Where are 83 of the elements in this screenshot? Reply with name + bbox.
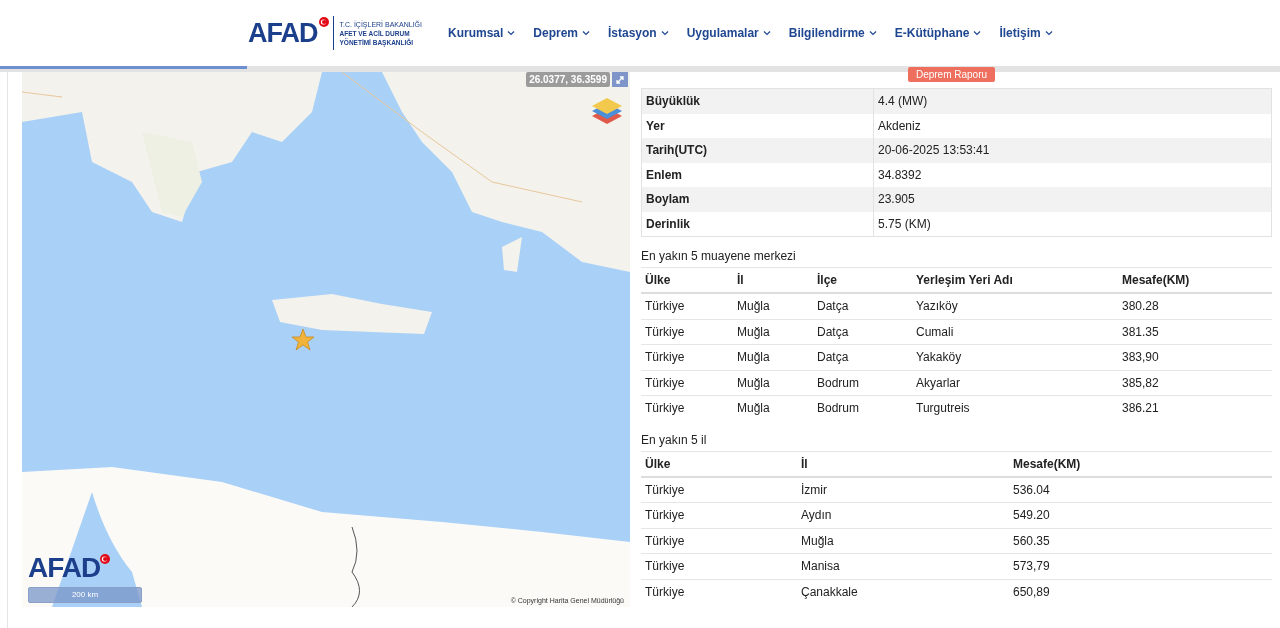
table-cell: Türkiye: [641, 553, 797, 579]
detail-value: 5.75 (KM): [873, 211, 1272, 237]
table-cell: Datça: [813, 319, 912, 345]
layers-icon[interactable]: [590, 96, 624, 126]
nav-menu-item[interactable]: Uygulamalar: [686, 26, 771, 40]
nav-menu-item[interactable]: İletişim: [999, 26, 1053, 40]
column-header: Ülke: [641, 451, 797, 477]
table-cell: Türkiye: [641, 395, 733, 421]
detail-value: 20-06-2025 13:53:41: [873, 138, 1272, 163]
table-cell: 549.20: [1009, 502, 1272, 528]
table-cell: 386.21: [1118, 395, 1272, 421]
detail-label: Büyüklük: [641, 88, 874, 114]
crescent-star-icon: [318, 17, 329, 27]
table-cell: 560.35: [1009, 528, 1272, 554]
table-cell: Turgutreis: [912, 395, 1118, 421]
nav-menu-item[interactable]: Bilgilendirme: [788, 26, 877, 40]
table-cell: Muğla: [733, 344, 813, 370]
table-cell: Muğla: [733, 370, 813, 396]
column-header: İlçe: [813, 267, 912, 293]
table-cell: Bodrum: [813, 370, 912, 396]
table-cell: 385,82: [1118, 370, 1272, 396]
nav-menu-item[interactable]: E-Kütüphane: [894, 26, 982, 40]
map-drawing[interactable]: [22, 72, 630, 607]
table-cell: 650,89: [1009, 579, 1272, 604]
table-cell: Muğla: [797, 528, 1009, 554]
table-cell: 380.28: [1118, 293, 1272, 319]
epicenter-star-icon[interactable]: [291, 328, 315, 352]
table-cell: Yazıköy: [912, 293, 1118, 319]
chevron-down-icon: [762, 30, 771, 36]
detail-label: Tarih(UTC): [641, 138, 874, 163]
table-cell: 381.35: [1118, 319, 1272, 345]
detail-label: Derinlik: [641, 211, 874, 237]
table-cell: Datça: [813, 344, 912, 370]
table-cell: 573,79: [1009, 553, 1272, 579]
table-cell: 383,90: [1118, 344, 1272, 370]
table-cell: Manisa: [797, 553, 1009, 579]
section-title: En yakın 5 il: [641, 432, 708, 447]
chevron-down-icon: [507, 30, 516, 36]
table-cell: İzmir: [797, 476, 1009, 503]
chevron-down-icon: [868, 30, 877, 36]
column-header: Ülke: [641, 267, 733, 293]
table-cell: Datça: [813, 293, 912, 319]
table-cell: Türkiye: [641, 476, 797, 503]
expand-icon: [615, 74, 625, 85]
table-cell: 536.04: [1009, 476, 1272, 503]
table-cell: Türkiye: [641, 528, 797, 554]
table-cell: Cumali: [912, 319, 1118, 345]
table-cell: Aydın: [797, 502, 1009, 528]
detail-value: 4.4 (MW): [873, 88, 1272, 114]
chevron-down-icon: [973, 30, 982, 36]
chevron-down-icon: [1044, 30, 1053, 36]
table-cell: Çanakkale: [797, 579, 1009, 604]
table-cell: Muğla: [733, 395, 813, 421]
table-cell: Akyarlar: [912, 370, 1118, 396]
chevron-down-icon: [582, 30, 590, 36]
table-cell: Türkiye: [641, 293, 733, 319]
coordinates-label: 26.0377, 36.3599: [526, 72, 610, 87]
detail-label: Boylam: [641, 187, 874, 212]
table-cell: Türkiye: [641, 370, 733, 396]
table-cell: Türkiye: [641, 579, 797, 604]
table-cell: Yakaköy: [912, 344, 1118, 370]
detail-value: 23.905: [873, 187, 1272, 212]
nav-menu-item[interactable]: İstasyon: [608, 26, 669, 40]
table-cell: Muğla: [733, 293, 813, 319]
nav-menu-item[interactable]: Kurumsal: [447, 26, 516, 40]
chevron-down-icon: [660, 30, 669, 36]
crescent-star-icon: [100, 554, 111, 564]
column-header: Yerleşim Yeri Adı: [912, 267, 1118, 293]
column-header: Mesafe(KM): [1118, 267, 1272, 293]
scale-bar: 200 km: [28, 587, 142, 603]
afad-logo[interactable]: AFAD: [248, 17, 318, 49]
table-cell: Türkiye: [641, 319, 733, 345]
table-cell: Bodrum: [813, 395, 912, 421]
table-cell: Türkiye: [641, 344, 733, 370]
column-header: İl: [797, 451, 1009, 477]
nav-menu-item[interactable]: Deprem: [533, 26, 590, 40]
fullscreen-button[interactable]: [612, 72, 628, 87]
table-cell: Türkiye: [641, 502, 797, 528]
section-title: En yakın 5 muayene merkezi: [641, 249, 797, 263]
table-cell: Muğla: [733, 319, 813, 345]
afad-watermark-logo: AFAD: [28, 552, 101, 584]
column-header: Mesafe(KM): [1009, 451, 1272, 477]
column-header: İl: [733, 267, 813, 293]
